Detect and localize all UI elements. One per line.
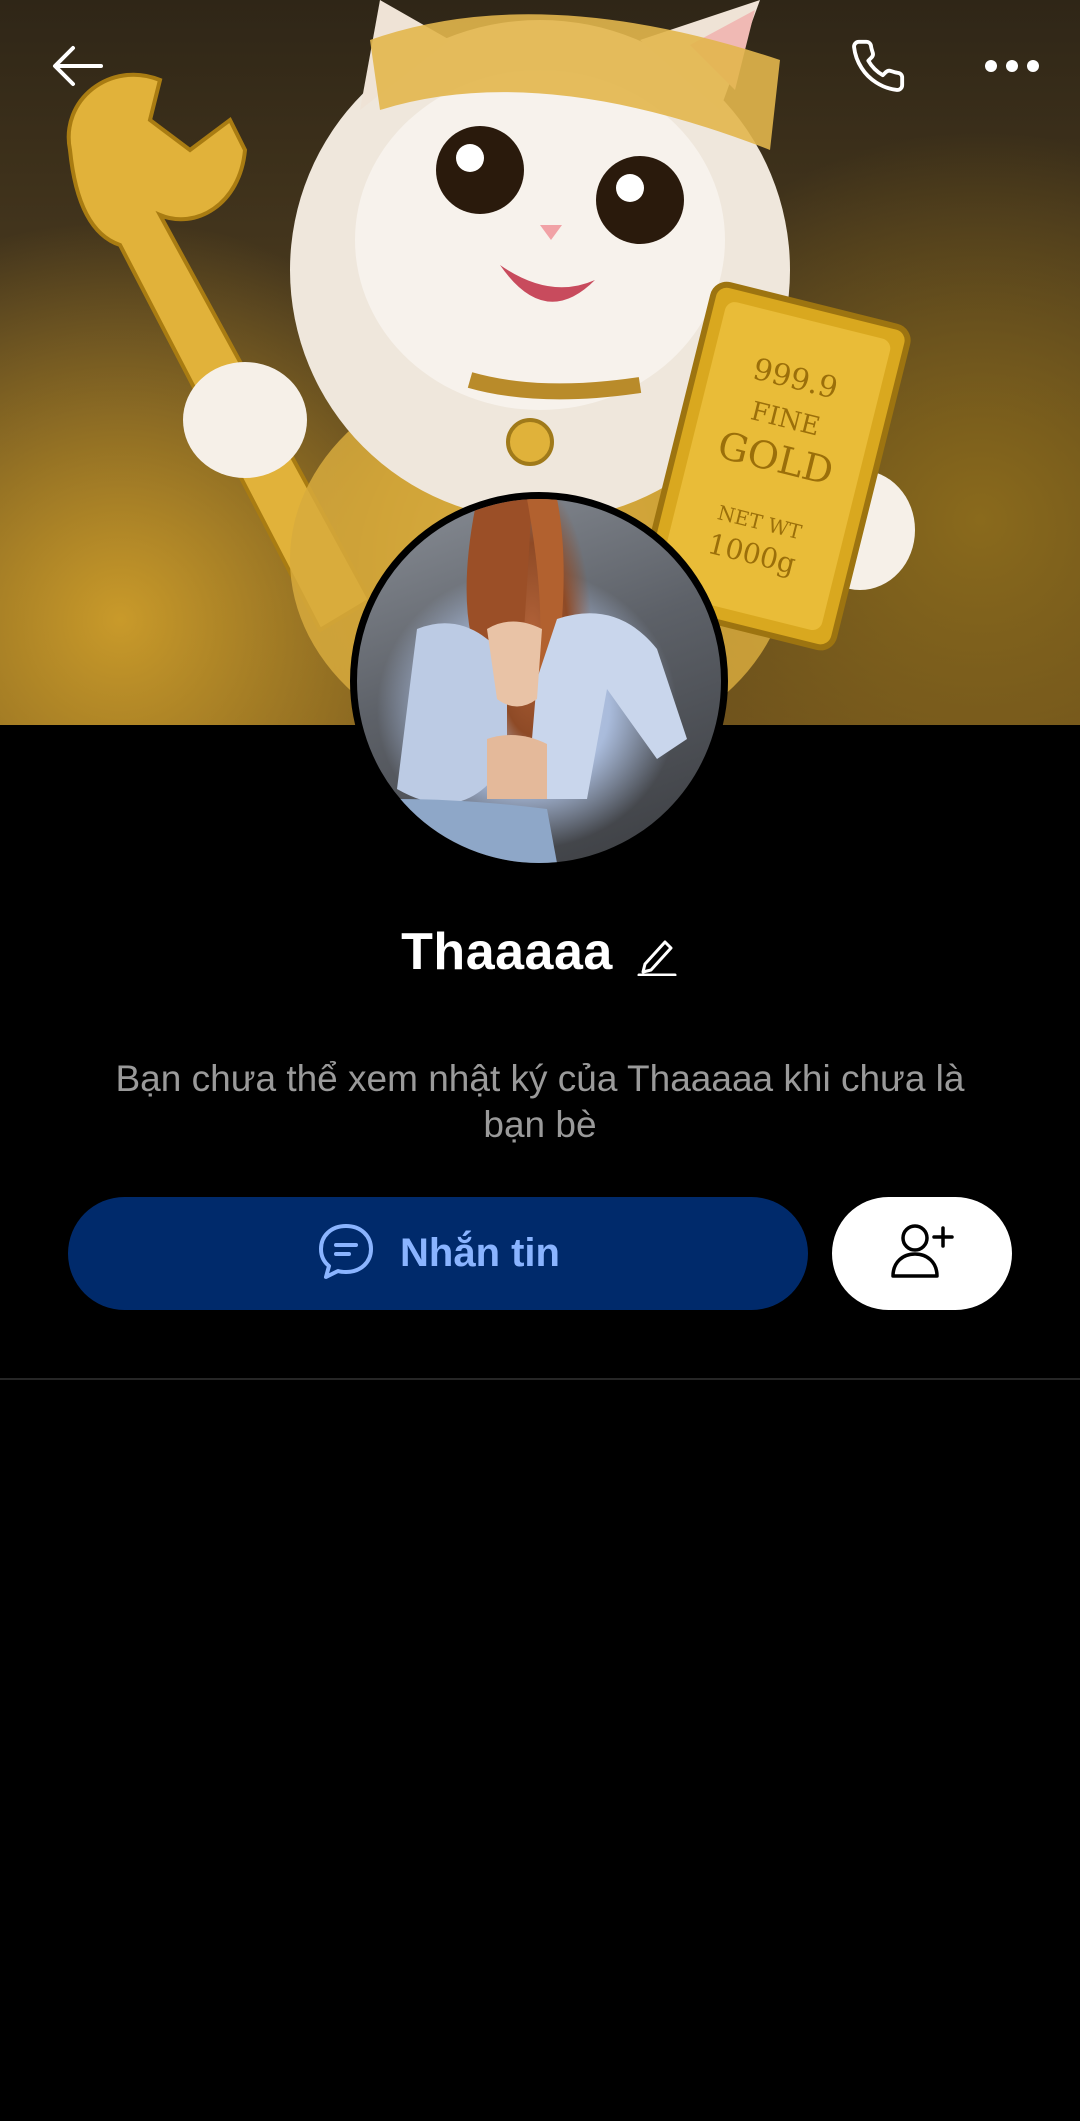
privacy-notice: Bạn chưa thể xem nhật ký của Thaaaaa khi… xyxy=(115,1058,965,1145)
more-horizontal-icon xyxy=(984,59,1040,78)
chat-bubble-icon xyxy=(316,1221,376,1286)
message-button[interactable]: Nhắn tin xyxy=(68,1197,808,1310)
arrow-left-icon xyxy=(51,44,105,93)
profile-name: Thaaaaa xyxy=(401,923,613,981)
section-divider xyxy=(0,1378,1080,1380)
phone-icon xyxy=(849,37,907,100)
profile-name-row: Thaaaaa xyxy=(0,912,1080,992)
message-button-label: Nhắn tin xyxy=(400,1231,560,1275)
call-button[interactable] xyxy=(838,28,918,108)
add-friend-button[interactable] xyxy=(832,1197,1012,1310)
more-button[interactable] xyxy=(972,28,1052,108)
back-button[interactable] xyxy=(38,28,118,108)
avatar-photo xyxy=(387,499,687,863)
avatar[interactable] xyxy=(350,492,728,870)
pencil-icon[interactable] xyxy=(635,933,679,977)
user-plus-icon xyxy=(889,1222,955,1285)
